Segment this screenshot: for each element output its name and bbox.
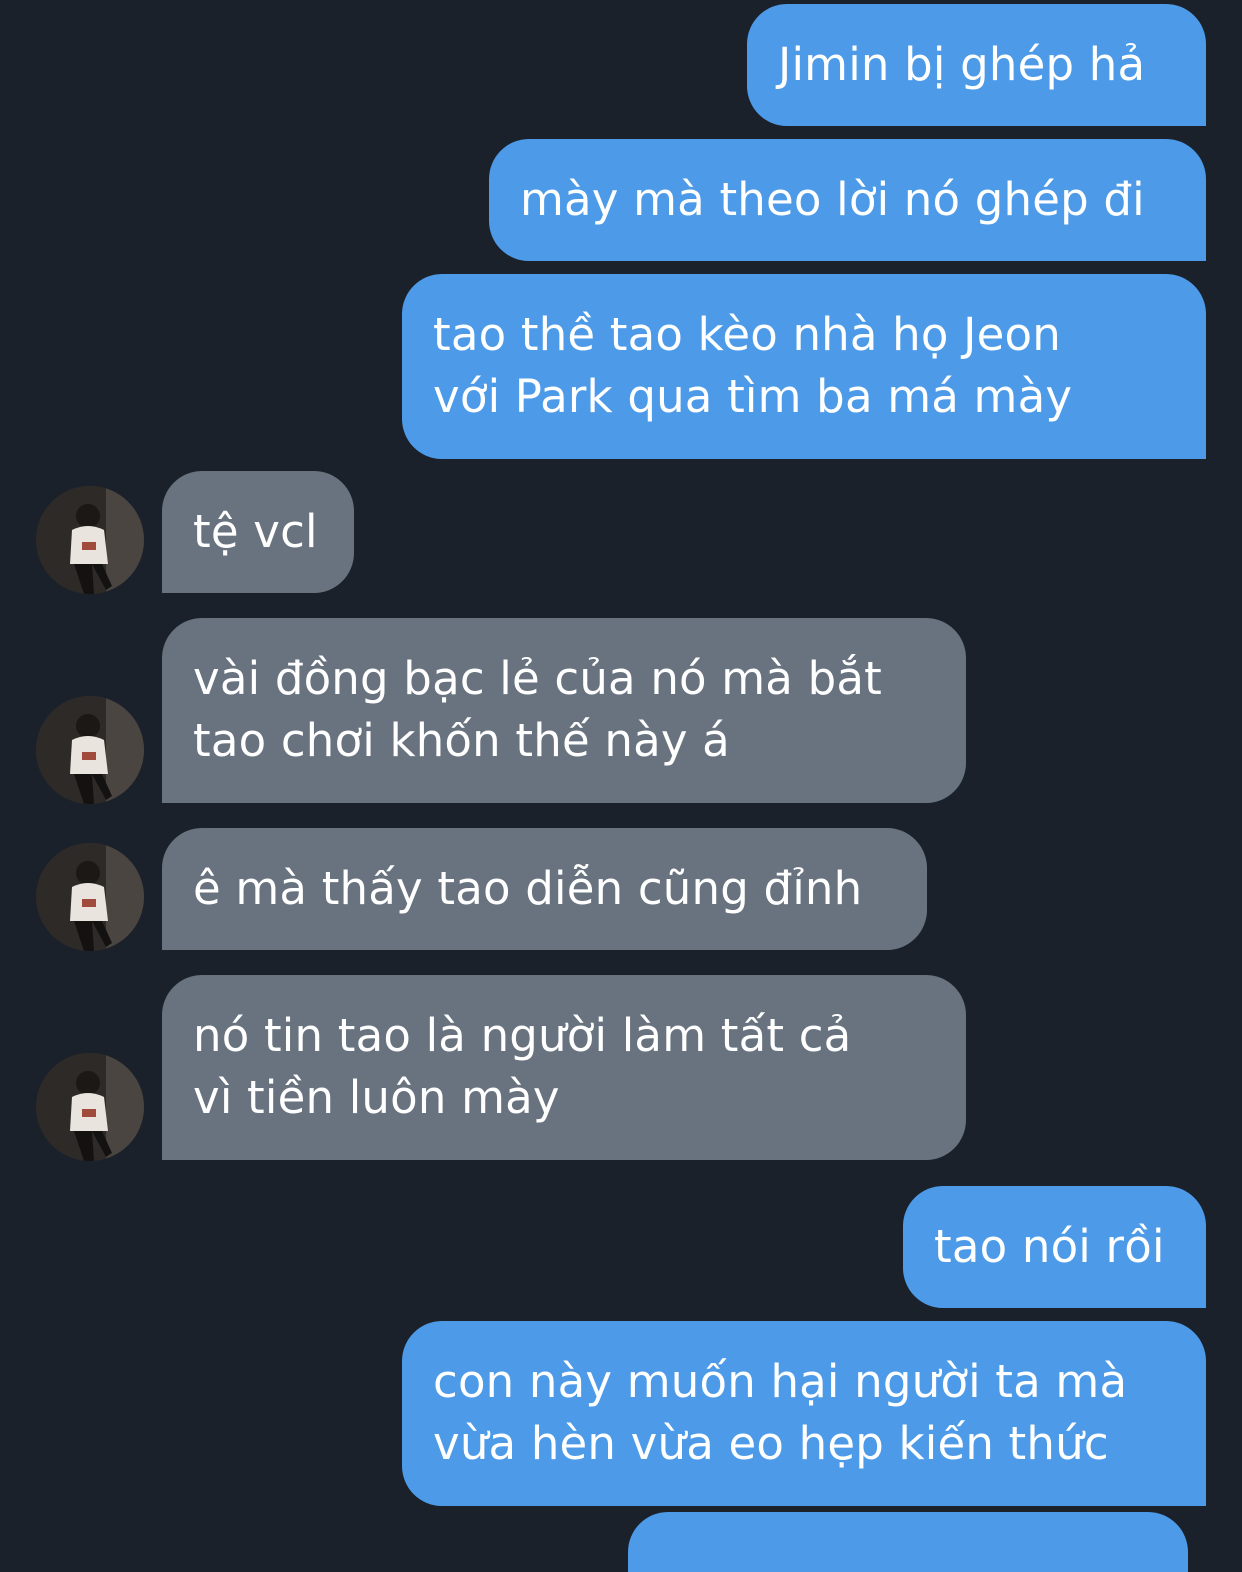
message-thread: Jimin bị ghép hả mày mà theo lời nó ghép… [0,0,1242,1572]
message-text: con này muốn hại người ta mà [433,1355,1128,1408]
incoming-message-bubble[interactable]: nó tin tao là người làm tất cả vì tiền l… [162,975,966,1160]
incoming-message-bubble[interactable]: vài đồng bạc lẻ của nó mà bắt tao chơi k… [162,618,966,803]
message-text: tao thề tao kèo nhà họ Jeon [433,308,1061,361]
message-text: tao chơi khốn thế này á [193,714,730,767]
outgoing-message-bubble[interactable]: Jimin bị ghép hả [747,4,1206,126]
avatar-icon [36,1053,144,1161]
message-text: với Park qua tìm ba má mày [433,370,1073,423]
message-text: mày mà theo lời nó ghép đi [520,173,1145,226]
message-text: tao nói rồi [934,1220,1165,1273]
avatar-icon [36,843,144,951]
message-text: vài đồng bạc lẻ của nó mà bắt [193,652,882,705]
message-text: Jimin bị ghép hả [778,38,1146,91]
avatar-icon [36,486,144,594]
contact-avatar[interactable] [36,696,144,804]
outgoing-message-bubble[interactable]: mày mà theo lời nó ghép đi [489,139,1206,261]
outgoing-message-bubble-partial[interactable] [628,1512,1188,1572]
outgoing-message-bubble[interactable]: tao nói rồi [903,1186,1206,1308]
message-text: tệ vcl [193,505,318,558]
contact-avatar[interactable] [36,843,144,951]
message-text: nó tin tao là người làm tất cả [193,1009,852,1062]
message-text: vừa hèn vừa eo hẹp kiến thức [433,1417,1109,1470]
avatar-icon [36,696,144,804]
incoming-message-bubble[interactable]: tệ vcl [162,471,354,593]
contact-avatar[interactable] [36,1053,144,1161]
message-text: ê mà thấy tao diễn cũng đỉnh [193,862,863,915]
message-text: vì tiền luôn mày [193,1071,560,1124]
outgoing-message-bubble[interactable]: con này muốn hại người ta mà vừa hèn vừa… [402,1321,1206,1506]
outgoing-message-bubble[interactable]: tao thề tao kèo nhà họ Jeon với Park qua… [402,274,1206,459]
incoming-message-bubble[interactable]: ê mà thấy tao diễn cũng đỉnh [162,828,927,950]
contact-avatar[interactable] [36,486,144,594]
